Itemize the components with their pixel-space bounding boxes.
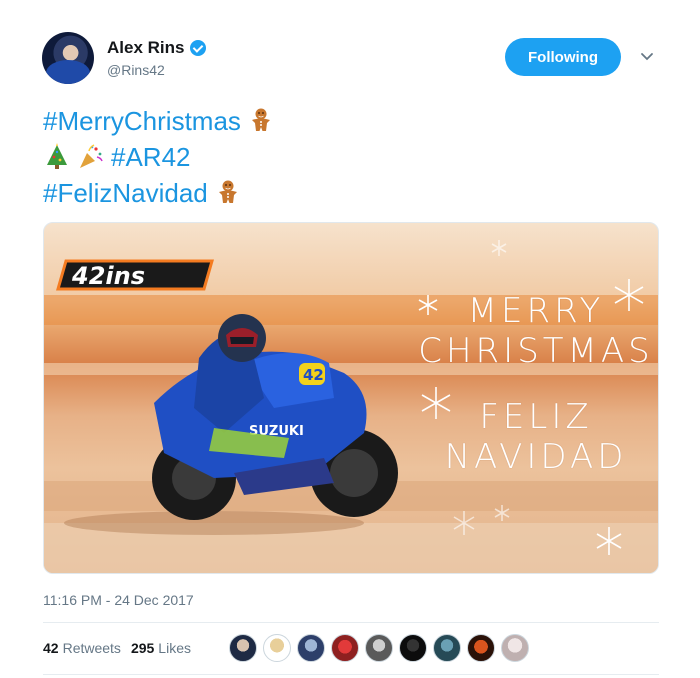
liker-avatar[interactable] [331,634,359,662]
tweet-line-2: #AR42 [43,139,275,175]
greeting-line-merry: MERRY [467,291,605,331]
liker-avatar[interactable] [229,634,257,662]
retweets-label: Retweets [62,640,121,656]
hashtag-link[interactable]: #AR42 [111,139,191,175]
svg-text:42: 42 [303,366,324,384]
avatar[interactable] [42,32,94,84]
likers-avatars [229,634,529,662]
gingerbread-man-icon [218,180,237,203]
tweet-text: #MerryChristmas #AR42 #FelizNavidad [43,103,275,211]
tweet-line-1: #MerryChristmas [43,103,275,139]
greeting-line-navidad: NAVIDAD [444,437,628,477]
liker-avatar[interactable] [263,634,291,662]
christmas-tree-icon [47,143,67,169]
tweet-line-3: #FelizNavidad [43,175,275,211]
greeting-line-feliz: FELIZ [479,397,593,437]
author-name-row: Alex Rins [107,38,207,58]
likes-stat[interactable]: 295 Likes [131,640,191,656]
divider [43,622,659,623]
greeting-line-christmas: CHRISTMAS [418,331,654,371]
retweets-count: 42 [43,640,59,656]
following-button[interactable]: Following [505,38,621,76]
chevron-down-icon[interactable] [640,50,654,64]
divider [43,674,659,675]
gingerbread-man-icon [251,108,270,131]
svg-text:42ins: 42ins [71,262,145,290]
hashtag-link[interactable]: #FelizNavidad [43,175,208,211]
liker-avatar[interactable] [433,634,461,662]
liker-avatar[interactable] [467,634,495,662]
rins-logo: 42ins [56,259,214,291]
likes-count: 295 [130,640,155,656]
liker-avatar[interactable] [399,634,427,662]
liker-avatar[interactable] [365,634,393,662]
tweet-media-image[interactable]: 42ins 42 SUZUKI MERRY CHRISTMAS FELIZ NA… [43,222,659,574]
liker-avatar[interactable] [297,634,325,662]
likes-label: Likes [158,640,191,656]
hashtag-link[interactable]: #MerryChristmas [43,103,241,139]
author-name[interactable]: Alex Rins [107,38,184,58]
snowflake-icon [491,240,507,256]
retweets-stat[interactable]: 42 Retweets [43,640,121,656]
verified-badge-icon [190,40,207,56]
party-popper-icon [80,144,103,168]
tweet-card: Alex Rins @Rins42 Following #MerryChrist… [0,0,700,678]
engagement-stats: 42 Retweets 295 Likes [43,640,191,656]
author-handle[interactable]: @Rins42 [107,62,165,78]
liker-avatar[interactable] [501,634,529,662]
tweet-timestamp[interactable]: 11:16 PM - 24 Dec 2017 [43,592,194,608]
